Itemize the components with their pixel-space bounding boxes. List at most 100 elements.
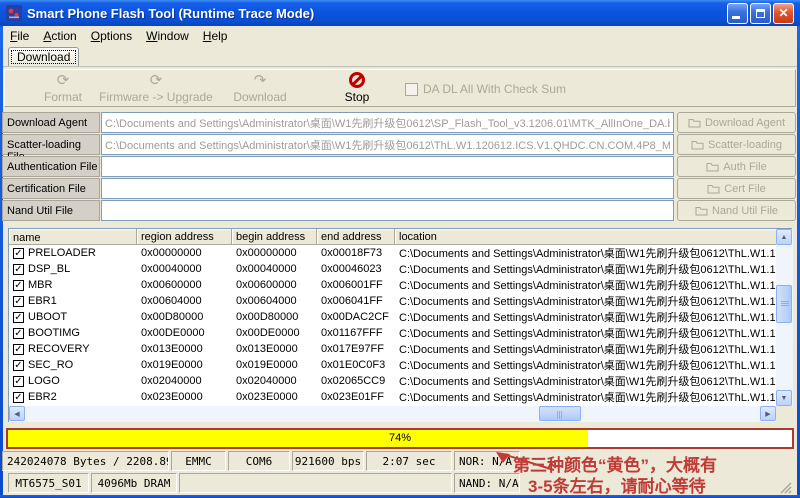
stop-button[interactable]: Stop [327,72,387,104]
horizontal-scroll-thumb[interactable] [539,406,581,421]
cert-browse-button[interactable]: Cert File [677,178,796,199]
end-address: 0x00DAC2CF [317,311,395,323]
title-bar[interactable]: Smart Phone Flash Tool (Runtime Trace Mo… [0,0,800,26]
cert-file-input[interactable] [101,178,674,199]
nand-util-browse-button[interactable]: Nand Util File [677,200,796,221]
firmware-upgrade-button[interactable]: ⟳ Firmware -> Upgrade [97,72,215,104]
vertical-scrollbar[interactable]: ▲ ▼ [776,229,793,407]
vertical-scroll-thumb[interactable] [776,285,792,323]
status-chip: MT6575_S01 [8,473,89,493]
region-address: 0x02040000 [137,375,232,387]
col-begin-address[interactable]: begin address [232,229,317,245]
status-nand: NAND: N/A [454,473,520,493]
download-agent-input[interactable] [101,112,674,133]
partition-location: C:\Documents and Settings\Administrator\… [395,261,776,277]
table-row[interactable]: ✓SEC_RO0x019E00000x019E00000x01E0C0F3C:\… [9,357,776,373]
app-icon [6,5,22,21]
col-region-address[interactable]: region address [137,229,232,245]
status-elapsed-time: 2:07 sec [366,451,452,471]
table-row[interactable]: ✓LOGO0x020400000x020400000x02065CC9C:\Do… [9,373,776,389]
folder-icon [695,206,708,216]
row-checkbox[interactable]: ✓ [13,280,24,291]
menu-help[interactable]: Help [196,27,235,45]
minimize-button[interactable] [727,3,748,24]
row-checkbox[interactable]: ✓ [13,264,24,275]
stop-label: Stop [345,90,370,104]
format-button[interactable]: ⟳ Format [23,72,103,104]
up-arrow-icon: ▲ [781,234,788,241]
minimize-icon [732,16,740,19]
table-row[interactable]: ✓DSP_BL0x000400000x000400000x00046023C:\… [9,261,776,277]
progress-bar: 74% [6,428,794,449]
begin-address: 0x00000000 [232,247,317,259]
partition-location: C:\Documents and Settings\Administrator\… [395,325,776,341]
tab-download[interactable]: Download [8,47,79,66]
window-title: Smart Phone Flash Tool (Runtime Trace Mo… [27,6,725,21]
resize-grip[interactable] [778,480,792,494]
partition-location: C:\Documents and Settings\Administrator\… [395,389,776,405]
horizontal-scrollbar[interactable]: ◀ ▶ [9,406,776,422]
menu-options[interactable]: Options [84,27,139,45]
row-checkbox[interactable]: ✓ [13,328,24,339]
download-agent-browse-button[interactable]: Download Agent [677,112,796,133]
field-row-scatter: Scatter-loading File Scatter-loading [2,134,798,155]
scatter-browse-button[interactable]: Scatter-loading [677,134,796,155]
table-row[interactable]: ✓UBOOT0x00D800000x00D800000x00DAC2CFC:\D… [9,309,776,325]
auth-file-label: Authentication File [2,156,100,177]
partition-name: EBR1 [28,295,57,307]
download-agent-label: Download Agent [2,112,100,133]
scroll-up-button[interactable]: ▲ [776,229,792,245]
partition-name: RECOVERY [28,343,90,355]
region-address: 0x00D80000 [137,311,232,323]
auth-browse-button[interactable]: Auth File [677,156,796,177]
download-button[interactable]: ↷ Download [220,72,300,104]
partition-name: SEC_RO [28,359,73,371]
folder-icon [706,162,719,172]
status-baud-rate: 921600 bps [292,451,364,471]
table-header: name region address begin address end ad… [9,229,776,245]
col-name[interactable]: name [9,229,137,245]
row-checkbox[interactable]: ✓ [13,360,24,371]
begin-address: 0x019E0000 [232,359,317,371]
table-row[interactable]: ✓BOOTIMG0x00DE00000x00DE00000x01167FFFC:… [9,325,776,341]
maximize-button[interactable] [750,3,771,24]
scroll-right-button[interactable]: ▶ [760,406,776,421]
table-row[interactable]: ✓PRELOADER0x000000000x000000000x00018F73… [9,245,776,261]
col-end-address[interactable]: end address [317,229,395,245]
row-checkbox[interactable]: ✓ [13,312,24,323]
scatter-file-input[interactable] [101,134,674,155]
down-arrow-icon: ▼ [781,395,788,402]
menu-bar: File Action Options Window Help [3,26,797,46]
close-button[interactable]: ✕ [773,3,794,24]
da-dl-checksum-checkbox[interactable]: DA DL All With Check Sum [405,82,566,96]
table-row[interactable]: ✓EBR10x006040000x006040000x006041FFC:\Do… [9,293,776,309]
begin-address: 0x00600000 [232,279,317,291]
menu-window[interactable]: Window [139,27,196,45]
col-location[interactable]: location [395,229,776,245]
nand-util-button-label: Nand Util File [712,205,778,217]
row-checkbox[interactable]: ✓ [13,376,24,387]
table-row[interactable]: ✓MBR0x006000000x006000000x006001FFC:\Doc… [9,277,776,293]
menu-action[interactable]: Action [36,27,83,45]
table-row[interactable]: ✓RECOVERY0x013E00000x013E00000x017E97FFC… [9,341,776,357]
auth-button-label: Auth File [723,161,766,173]
end-address: 0x02065CC9 [317,375,395,387]
scroll-left-button[interactable]: ◀ [9,406,25,421]
row-checkbox[interactable]: ✓ [13,296,24,307]
end-address: 0x006001FF [317,279,395,291]
table-row[interactable]: ✓EBR20x023E00000x023E00000x023E01FFC:\Do… [9,389,776,405]
begin-address: 0x00D80000 [232,311,317,323]
firmware-upgrade-icon: ⟳ [97,72,215,90]
region-address: 0x00000000 [137,247,232,259]
partition-name: LOGO [28,375,60,387]
nand-util-input[interactable] [101,200,674,221]
partition-name: BOOTIMG [28,327,80,339]
scroll-down-button[interactable]: ▼ [776,390,792,406]
row-checkbox[interactable]: ✓ [13,344,24,355]
row-checkbox[interactable]: ✓ [13,392,24,403]
auth-file-input[interactable] [101,156,674,177]
da-dl-checksum-label: DA DL All With Check Sum [423,82,566,96]
row-checkbox[interactable]: ✓ [13,248,24,259]
firmware-upgrade-label: Firmware -> Upgrade [99,90,213,104]
menu-file[interactable]: File [3,27,36,45]
